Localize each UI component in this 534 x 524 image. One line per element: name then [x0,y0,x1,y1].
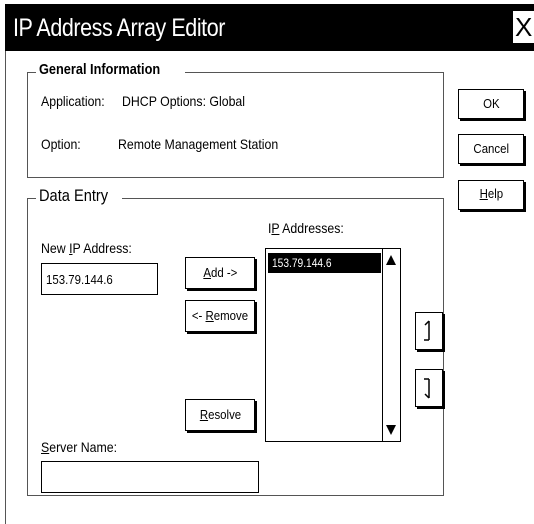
data-entry-legend: Data Entry [36,186,123,206]
scroll-up-icon[interactable] [386,255,396,265]
move-down-icon [424,378,430,399]
option-label: Option: [41,136,81,152]
listbox-scrollbar[interactable] [382,249,400,441]
scroll-down-icon[interactable] [386,425,396,435]
cancel-button[interactable]: Cancel [458,134,524,164]
list-item[interactable]: 153.79.144.6 [268,253,381,273]
move-down-button[interactable] [415,369,443,407]
new-ip-address-label: New IP Address: [41,240,132,256]
window-border [5,51,6,524]
title-bar[interactable]: IP Address Array Editor X [5,4,534,51]
general-information-group: General Information Application: DHCP Op… [27,61,444,178]
server-name-input[interactable] [41,461,259,493]
add-button[interactable]: Add -> [185,257,255,289]
dialog-window: IP Address Array Editor X General Inform… [0,0,534,524]
ip-addresses-listbox[interactable]: 153.79.144.6 [265,248,401,442]
ok-button[interactable]: OK [458,89,524,119]
close-icon: X [515,12,533,42]
option-value: Remote Management Station [118,136,279,152]
ip-addresses-label: IP Addresses: [268,220,344,236]
new-ip-address-input[interactable]: 153.79.144.6 [41,263,158,295]
window-title: IP Address Array Editor [13,14,225,42]
resolve-button[interactable]: Resolve [185,399,255,431]
move-up-button[interactable] [415,312,443,350]
server-name-label: Server Name: [41,439,118,455]
remove-button[interactable]: <- Remove [185,300,255,332]
move-up-icon [424,320,430,341]
general-information-legend: General Information [36,61,185,78]
data-entry-group: Data Entry IP Addresses: New IP Address:… [27,186,444,496]
close-button[interactable]: X [512,10,534,44]
help-button[interactable]: Help [458,180,524,210]
application-label: Application: [41,93,105,109]
application-value: DHCP Options: Global [122,93,246,109]
